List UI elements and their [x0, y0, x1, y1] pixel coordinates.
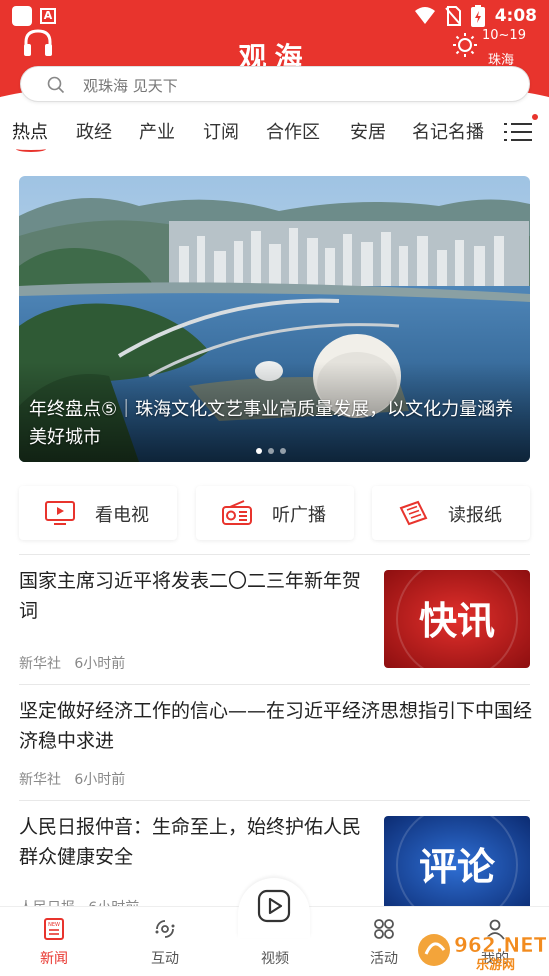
banner-carousel[interactable]: 年终盘点⑤｜珠海文化文艺事业高质量发展，以文化力量涵养美好城市 [19, 176, 530, 462]
banner-caption[interactable]: 年终盘点⑤｜珠海文化文艺事业高质量发展，以文化力量涵养美好城市 [29, 396, 519, 452]
newspaper-icon [399, 500, 428, 526]
flash-news-image: 快讯 [384, 570, 530, 668]
search-icon [47, 76, 65, 94]
weather-widget[interactable]: 10~19 珠海 [452, 28, 544, 68]
nav-news[interactable]: NEW 新闻 [14, 907, 94, 976]
battery-icon [470, 5, 485, 27]
video-icon[interactable] [256, 888, 292, 924]
watch-tv-button[interactable]: 看电视 [19, 486, 177, 540]
tab-politics-economy[interactable]: 政经 [76, 118, 112, 144]
carousel-dot [256, 448, 262, 454]
channel-tabs: 热点 政经 产业 订阅 合作区 安居 名记名播 [0, 114, 549, 154]
tab-hot[interactable]: 热点 [12, 118, 48, 144]
news-title[interactable]: 坚定做好经济工作的信心——在习近平经济思想指引下中国经济稳中求进 [19, 696, 534, 756]
listen-radio-button[interactable]: 听广播 [196, 486, 354, 540]
news-thumbnail-commentary[interactable]: 评论 [384, 816, 530, 914]
thumbnail-text: 快讯 [419, 599, 495, 643]
watermark-subtext: 乐游网 [476, 957, 515, 972]
news-time: 6小时前 [74, 772, 126, 788]
search-bar[interactable]: 观珠海 见天下 [20, 66, 530, 102]
active-tab-indicator [16, 146, 46, 152]
divider [19, 800, 530, 801]
search-placeholder: 观珠海 见天下 [83, 77, 178, 95]
tab-industry[interactable]: 产业 [139, 118, 175, 144]
app-notification-icon: A [40, 8, 56, 24]
news-title[interactable]: 人民日报仲音：生命至上，始终护佑人民群众健康安全 [19, 812, 369, 872]
wifi-icon [414, 7, 435, 24]
nav-interact[interactable]: 互动 [125, 907, 205, 976]
tab-famous-reporters[interactable]: 名记名播 [412, 118, 484, 144]
carousel-dot [268, 448, 274, 454]
carousel-indicator [256, 448, 286, 454]
listen-radio-label: 听广播 [272, 505, 326, 526]
news-meta: 新华社 6小时前 [19, 653, 125, 673]
sun-icon [453, 33, 477, 57]
divider [19, 684, 530, 685]
interact-icon [155, 920, 175, 938]
tab-subscribe[interactable]: 订阅 [203, 118, 239, 144]
nav-interact-label: 互动 [151, 951, 179, 967]
nav-activity-label: 活动 [370, 951, 398, 967]
read-newspaper-label: 读报纸 [448, 505, 502, 526]
news-source: 新华社 [19, 656, 61, 672]
weather-temperature: 10~19 [482, 28, 526, 43]
radio-icon [222, 500, 252, 525]
tab-cooperation-zone[interactable]: 合作区 [266, 118, 320, 144]
divider [19, 554, 530, 555]
status-time: 4:08 [494, 6, 537, 26]
no-sim-icon [444, 6, 461, 26]
read-newspaper-button[interactable]: 读报纸 [372, 486, 530, 540]
nav-activity[interactable]: 活动 [344, 907, 424, 976]
svg-text:NEW: NEW [48, 922, 60, 928]
site-watermark: 962.NET 乐游网 [418, 933, 546, 972]
tv-icon [45, 501, 75, 525]
tab-housing[interactable]: 安居 [350, 118, 386, 144]
activity-icon [374, 919, 394, 939]
notification-icon [12, 6, 32, 26]
news-title[interactable]: 国家主席习近平将发表二〇二三年新年贺词 [19, 566, 369, 626]
news-time: 6小时前 [74, 656, 126, 672]
new-channel-badge [532, 114, 538, 120]
news-source: 新华社 [19, 772, 61, 788]
commentary-image: 评论 [384, 816, 530, 914]
nav-video-label: 视频 [261, 951, 289, 967]
watch-tv-label: 看电视 [95, 505, 149, 526]
channel-menu-icon[interactable] [504, 120, 532, 144]
news-meta: 新华社 6小时前 [19, 769, 125, 789]
news-icon: NEW [44, 918, 64, 940]
nav-news-label: 新闻 [40, 951, 68, 967]
news-thumbnail-flash[interactable]: 快讯 [384, 570, 530, 668]
thumbnail-text: 评论 [419, 845, 496, 889]
carousel-dot [280, 448, 286, 454]
watermark-text: 962.NET [454, 933, 546, 957]
